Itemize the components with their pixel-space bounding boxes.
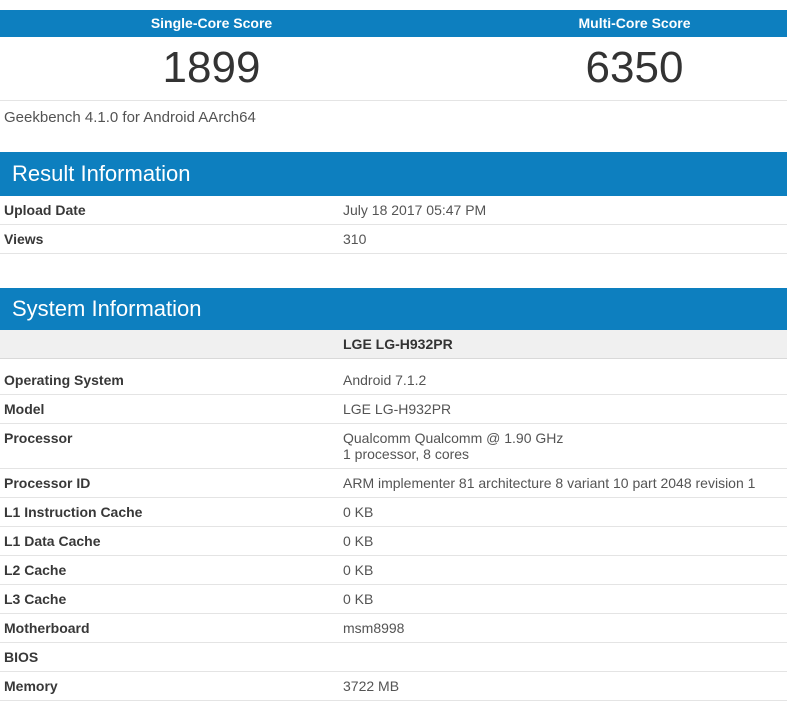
row-label: Processor xyxy=(0,424,335,468)
table-row-bios: BIOS xyxy=(0,643,787,672)
single-core-score-column: Single-Core Score 1899 xyxy=(0,10,423,100)
row-label: L2 Cache xyxy=(0,556,335,584)
row-value: 0 KB xyxy=(335,498,787,526)
row-value: Android 7.1.2 xyxy=(335,359,787,394)
row-value: 310 xyxy=(335,225,787,253)
multi-core-score-header: Multi-Core Score xyxy=(423,10,787,37)
result-information-section: Result Information Upload Date July 18 2… xyxy=(0,152,787,254)
row-label: L3 Cache xyxy=(0,585,335,613)
row-value: 3722 MB xyxy=(335,672,787,700)
row-label: Upload Date xyxy=(0,196,335,224)
table-row-processor: Processor Qualcomm Qualcomm @ 1.90 GHz 1… xyxy=(0,424,787,469)
table-row-memory: Memory 3722 MB xyxy=(0,672,787,701)
table-row-l3-cache: L3 Cache 0 KB xyxy=(0,585,787,614)
row-value: LGE LG-H932PR xyxy=(335,395,787,423)
table-row-processor-id: Processor ID ARM implementer 81 architec… xyxy=(0,469,787,498)
row-value: 0 KB xyxy=(335,527,787,555)
table-row-operating-system: Operating System Android 7.1.2 xyxy=(0,359,787,395)
row-label: L1 Data Cache xyxy=(0,527,335,555)
table-row-motherboard: Motherboard msm8998 xyxy=(0,614,787,643)
multi-core-score-column: Multi-Core Score 6350 xyxy=(423,10,787,100)
row-label: Views xyxy=(0,225,335,253)
row-value: July 18 2017 05:47 PM xyxy=(335,196,787,224)
geekbench-result-page: Single-Core Score 1899 Multi-Core Score … xyxy=(0,10,787,701)
row-value: msm8998 xyxy=(335,614,787,642)
table-row-views: Views 310 xyxy=(0,225,787,254)
result-information-table: Upload Date July 18 2017 05:47 PM Views … xyxy=(0,196,787,254)
result-information-title: Result Information xyxy=(0,152,787,196)
geekbench-version-note: Geekbench 4.1.0 for Android AArch64 xyxy=(0,100,787,134)
device-name-header-spacer xyxy=(0,330,335,358)
single-core-score-header: Single-Core Score xyxy=(0,10,423,37)
row-label: Processor ID xyxy=(0,469,335,497)
row-value: ARM implementer 81 architecture 8 varian… xyxy=(335,469,787,497)
row-value: 0 KB xyxy=(335,585,787,613)
device-name-header-row: LGE LG-H932PR xyxy=(0,330,787,359)
table-row-l1-data-cache: L1 Data Cache 0 KB xyxy=(0,527,787,556)
system-information-section: System Information LGE LG-H932PR Operati… xyxy=(0,288,787,701)
multi-core-score-value: 6350 xyxy=(423,37,787,100)
row-value: 0 KB xyxy=(335,556,787,584)
row-value: Qualcomm Qualcomm @ 1.90 GHz 1 processor… xyxy=(335,424,787,468)
row-label: L1 Instruction Cache xyxy=(0,498,335,526)
row-label: BIOS xyxy=(0,643,335,671)
processor-line-2: 1 processor, 8 cores xyxy=(343,446,787,462)
table-row-upload-date: Upload Date July 18 2017 05:47 PM xyxy=(0,196,787,225)
row-label: Motherboard xyxy=(0,614,335,642)
system-information-table: Operating System Android 7.1.2 Model LGE… xyxy=(0,359,787,701)
device-name: LGE LG-H932PR xyxy=(335,330,787,358)
row-label: Memory xyxy=(0,672,335,700)
row-label: Model xyxy=(0,395,335,423)
table-row-l2-cache: L2 Cache 0 KB xyxy=(0,556,787,585)
single-core-score-value: 1899 xyxy=(0,37,423,100)
table-row-model: Model LGE LG-H932PR xyxy=(0,395,787,424)
score-banner: Single-Core Score 1899 Multi-Core Score … xyxy=(0,10,787,100)
system-information-title: System Information xyxy=(0,288,787,330)
table-row-l1-instruction-cache: L1 Instruction Cache 0 KB xyxy=(0,498,787,527)
processor-line-1: Qualcomm Qualcomm @ 1.90 GHz xyxy=(343,430,787,446)
row-label: Operating System xyxy=(0,359,335,394)
row-value xyxy=(335,643,787,671)
